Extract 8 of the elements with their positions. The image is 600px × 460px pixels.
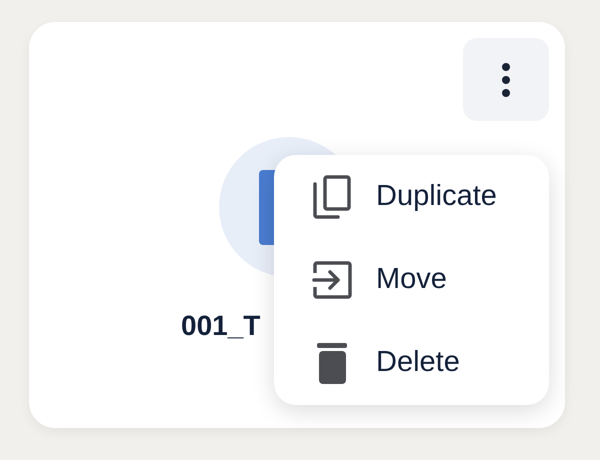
file-title: 001_T — [181, 309, 260, 343]
menu-item[interactable]: Delete — [312, 334, 511, 392]
more-button[interactable] — [463, 38, 549, 121]
menu-item[interactable]: Move — [312, 250, 511, 310]
menu-item[interactable]: Duplicate — [312, 168, 511, 226]
move-icon — [312, 260, 352, 300]
kebab-icon — [502, 62, 510, 96]
copy-icon — [312, 174, 352, 220]
